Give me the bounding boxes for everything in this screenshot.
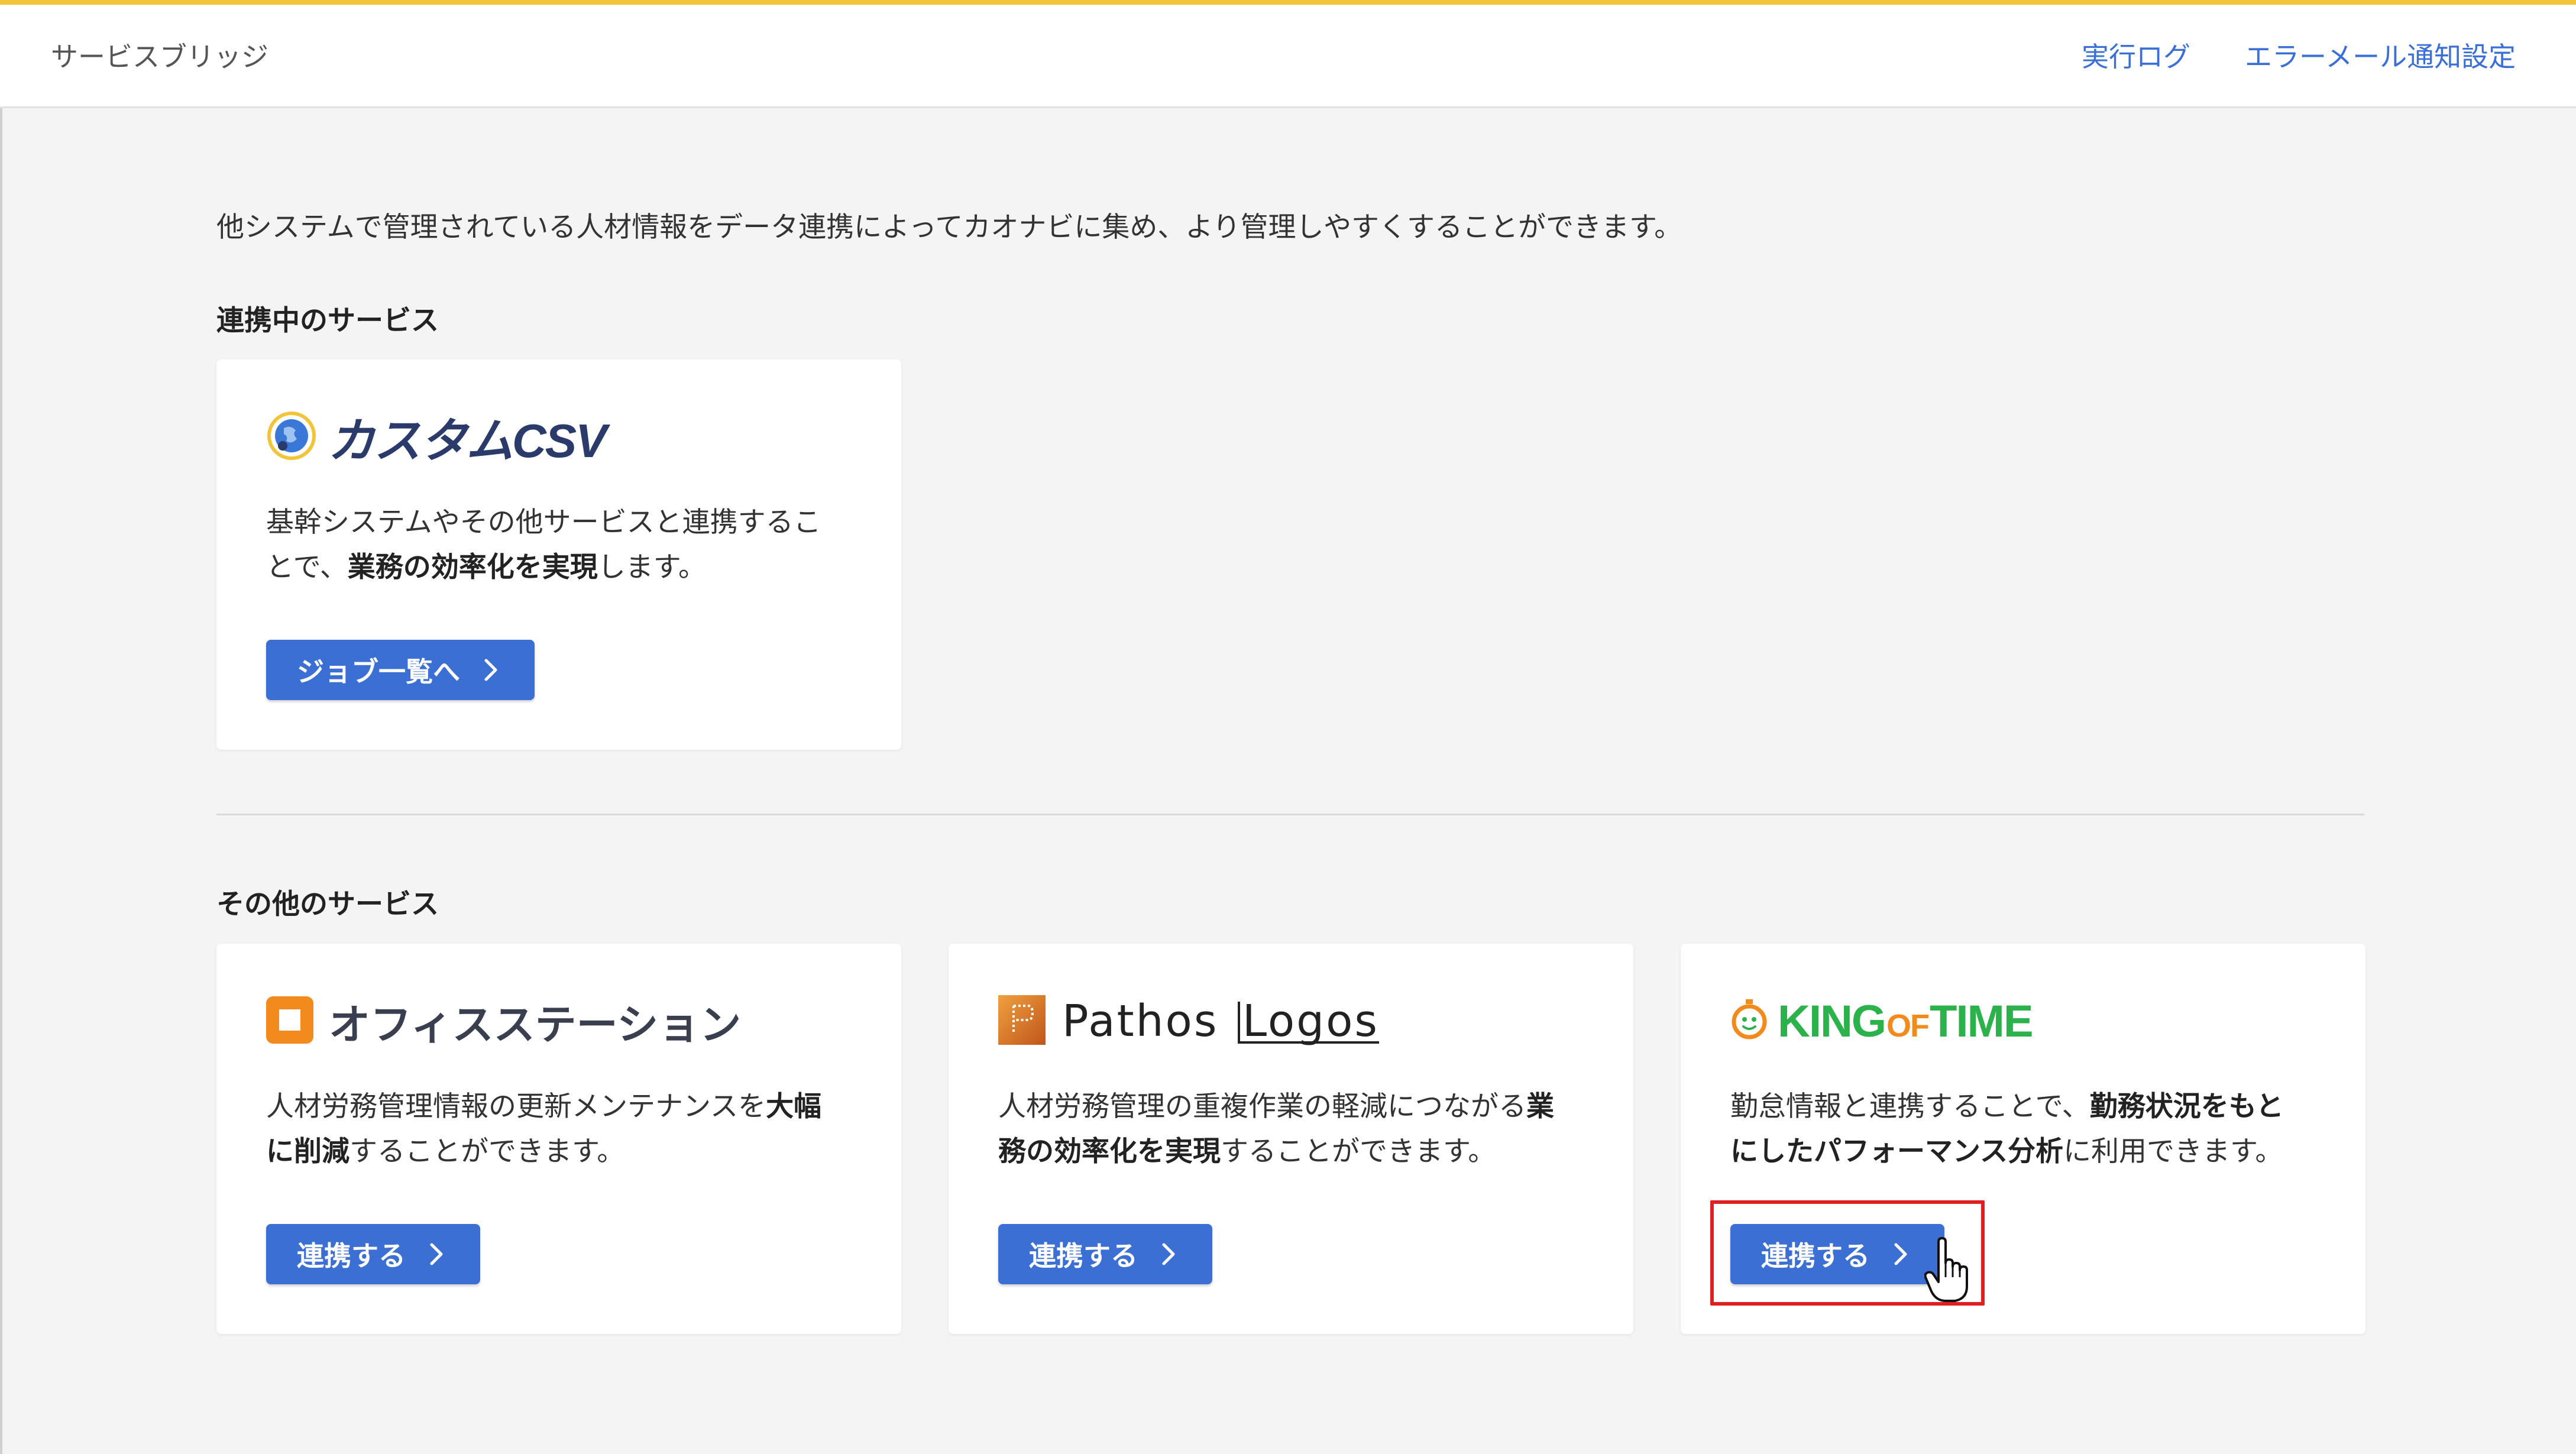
king-of-time-logo-text: KINGOFTIME <box>1778 996 2034 1047</box>
pathos-logos-description: 人材労務管理の重複作業の軽減につながる業 務の効率化を実現することができます。 <box>998 1090 1554 1168</box>
job-list-button-label: ジョブ一覧へ <box>297 656 460 688</box>
pathos-logos-logo: Pathos Logos <box>998 989 1379 1054</box>
execution-log-link[interactable]: 実行ログ <box>2082 35 2190 75</box>
app-title: サービスブリッジ <box>51 41 268 73</box>
office-station-card: オフィスステーション 人材労務管理情報の更新メンテナンスを大幅 に削減することが… <box>216 944 901 1334</box>
intro-text: 他システムで管理されている人材情報をデータ連携によってカオナビに集め、より管理し… <box>216 211 1682 244</box>
connected-services-heading: 連携中のサービス <box>216 305 439 337</box>
custom-csv-logo-text: カスタムCSV <box>328 414 607 467</box>
pathos-logos-icon <box>998 995 1046 1047</box>
app-header: サービスブリッジ 実行ログ エラーメール通知設定 <box>0 5 2576 108</box>
connect-button-label: 連携する <box>297 1240 406 1272</box>
custom-csv-card: カスタムCSV 基幹システムやその他サービスと連携するこ とで、業務の効率化を実… <box>216 360 901 750</box>
pathos-logos-card: Pathos Logos 人材労務管理の重複作業の軽減につながる業 務の効率化を… <box>949 944 1633 1334</box>
section-divider <box>216 814 2364 815</box>
king-of-time-logo: KINGOFTIME <box>1730 989 2034 1054</box>
other-services-heading: その他のサービス <box>216 888 439 921</box>
hand-pointer-cursor-icon <box>1924 1237 1969 1303</box>
custom-csv-description: 基幹システムやその他サービスと連携するこ とで、業務の効率化を実現します。 <box>266 506 821 584</box>
king-of-time-icon <box>1730 999 1768 1043</box>
top-accent-line <box>0 0 2576 5</box>
office-station-logo: オフィスステーション <box>266 989 741 1054</box>
chevron-right-icon <box>1156 1241 1182 1267</box>
office-station-connect-button[interactable]: 連携する <box>266 1224 480 1284</box>
office-station-logo-text: オフィスステーション <box>329 1001 742 1048</box>
custom-csv-logo: カスタムCSV <box>266 404 607 469</box>
connect-button-label: 連携する <box>1029 1240 1138 1272</box>
chevron-right-icon <box>478 657 504 683</box>
globe-icon <box>266 410 317 464</box>
office-station-description: 人材労務管理情報の更新メンテナンスを大幅 に削減することができます。 <box>266 1090 822 1168</box>
office-station-icon <box>266 996 313 1046</box>
king-of-time-description: 勤怠情報と連携することで、勤務状況をもと にしたパフォーマンス分析に利用できます… <box>1730 1090 2284 1168</box>
pathos-logos-connect-button[interactable]: 連携する <box>998 1224 1212 1284</box>
page-left-border <box>0 108 2 1454</box>
chevron-right-icon <box>423 1241 449 1267</box>
error-mail-settings-link[interactable]: エラーメール通知設定 <box>2245 35 2516 75</box>
pathos-logos-logo-text: Pathos Logos <box>1062 996 1379 1047</box>
job-list-button[interactable]: ジョブ一覧へ <box>266 640 535 700</box>
